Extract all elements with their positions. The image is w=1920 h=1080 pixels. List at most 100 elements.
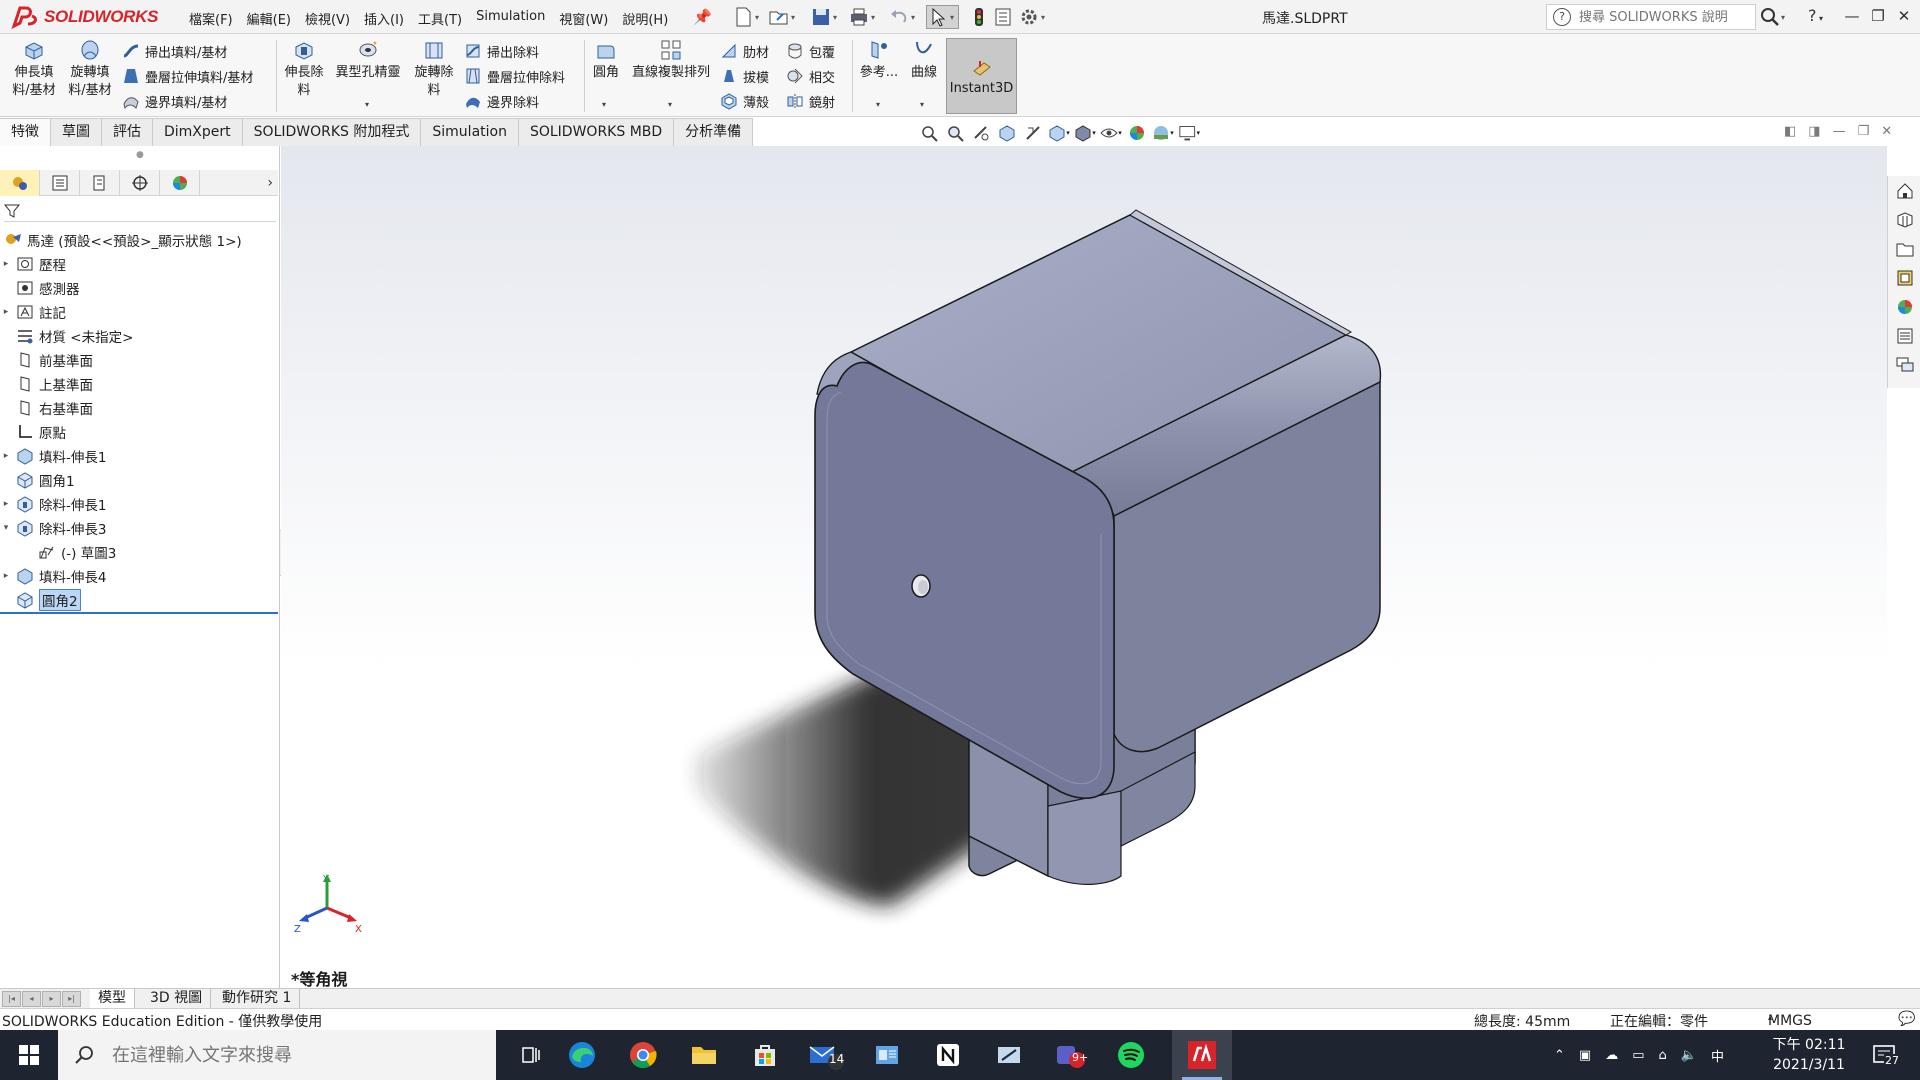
options-button[interactable]: ▾ — [1018, 5, 1049, 29]
first-tab-arrow-icon[interactable]: |◂ — [2, 991, 21, 1007]
expand-arrow-icon[interactable]: ▸ — [0, 571, 12, 581]
tree-item-annotations[interactable]: ▸ 註記 — [0, 300, 278, 324]
task-view-button[interactable] — [500, 1030, 560, 1080]
dropdown-caret[interactable]: ▾ — [602, 100, 606, 109]
volume-icon[interactable]: 🔈 — [1681, 1048, 1697, 1063]
tab-simulation[interactable]: Simulation — [421, 118, 519, 146]
dropdown-caret[interactable]: ▾ — [911, 13, 919, 22]
dropdown-caret[interactable]: ▾ — [791, 13, 799, 22]
tree-filter[interactable] — [4, 200, 276, 222]
tree-item-top-plane[interactable]: 上基準面 — [0, 372, 278, 396]
tree-item-cut-extrude3[interactable]: ▾ 除料-伸長3 — [0, 516, 278, 540]
select-button[interactable]: ▾ — [926, 5, 959, 29]
menu-simulation[interactable]: Simulation — [469, 7, 552, 30]
next-tab-arrow-icon[interactable]: ▸ — [42, 991, 61, 1007]
extruded-cut-button[interactable]: 伸長除料 — [282, 38, 326, 100]
shell-button[interactable]: 薄殼 — [720, 90, 769, 112]
solidworks-resources-tab[interactable] — [1888, 176, 1920, 205]
rollback-bar[interactable] — [0, 612, 278, 614]
tile-right-icon[interactable]: ◨ — [1808, 124, 1820, 139]
section-view-button[interactable] — [996, 122, 1018, 144]
battery-icon[interactable]: ▭ — [1632, 1048, 1644, 1063]
undo-button[interactable]: ▾ — [888, 5, 919, 29]
doc-close-icon[interactable]: ✕ — [1881, 124, 1892, 139]
edit-appearance-button[interactable] — [1126, 122, 1148, 144]
panel-resize-grip[interactable]: ● — [136, 150, 144, 160]
windows-app[interactable] — [857, 1030, 917, 1080]
last-tab-arrow-icon[interactable]: ▸| — [62, 991, 81, 1007]
lofted-cut-button[interactable]: 疊層拉伸除料 — [464, 65, 565, 87]
curves-button[interactable]: 曲線 — [906, 38, 942, 82]
swept-cut-button[interactable]: 掃出除料 — [464, 40, 539, 62]
tab-addins[interactable]: SOLIDWORKS 附加程式 — [242, 118, 422, 146]
tree-item-sketch3[interactable]: (-) 草圖3 — [0, 540, 278, 564]
dropdown-caret[interactable]: ▾ — [1781, 13, 1785, 22]
more-tabs-chevron-icon[interactable]: › — [267, 175, 273, 191]
dropdown-caret[interactable]: ▾ — [755, 13, 763, 22]
ime-indicator[interactable]: 中 — [1711, 1046, 1724, 1065]
doc-restore-icon[interactable]: ❐ — [1858, 124, 1870, 139]
chrome-app[interactable] — [613, 1030, 673, 1080]
menu-window[interactable]: 視窗(W) — [552, 7, 615, 30]
solidworks-app[interactable] — [1172, 1030, 1232, 1080]
store-app[interactable] — [735, 1030, 795, 1080]
instant3d-button[interactable]: Instant3D — [946, 38, 1017, 114]
menu-view[interactable]: 檢視(V) — [298, 7, 357, 30]
meet-now-icon[interactable]: ▣ — [1579, 1048, 1591, 1063]
tab-features[interactable]: 特徵 — [0, 118, 51, 146]
solidworks-logo[interactable]: SOLIDWORKS — [10, 3, 158, 31]
mail-app[interactable]: 14 — [796, 1030, 856, 1080]
displaymanager-tab[interactable] — [160, 170, 200, 196]
tab-sketch[interactable]: 草圖 — [51, 118, 102, 146]
zoom-area-button[interactable] — [944, 122, 966, 144]
network-icon[interactable]: ⌂ — [1659, 1048, 1667, 1063]
menu-insert[interactable]: 插入(I) — [357, 7, 411, 30]
print-button[interactable]: ▾ — [848, 5, 879, 29]
tree-item-right-plane[interactable]: 右基準面 — [0, 396, 278, 420]
tab-motion-study[interactable]: 動作研究 1 — [214, 989, 301, 1009]
tab-dimxpert[interactable]: DimXpert — [153, 118, 243, 146]
expand-arrow-icon[interactable]: ▸ — [0, 307, 12, 317]
boundary-boss-button[interactable]: 邊界填料/基材 — [122, 90, 227, 112]
tile-left-icon[interactable]: ◧ — [1784, 124, 1796, 139]
revolved-cut-button[interactable]: 旋轉除料 — [412, 38, 456, 100]
taskbar-search-input[interactable] — [112, 1044, 492, 1066]
tree-item-history[interactable]: ▸ 歷程 — [0, 252, 278, 276]
propertymanager-tab[interactable] — [40, 170, 80, 196]
tree-item-sensors[interactable]: 感測器 — [0, 276, 278, 300]
taskbar-search-box[interactable] — [58, 1030, 496, 1080]
menu-tools[interactable]: 工具(T) — [411, 7, 469, 30]
dropdown-caret[interactable]: ▾ — [950, 13, 958, 22]
dropdown-caret[interactable]: ▾ — [920, 100, 924, 109]
start-button[interactable] — [0, 1030, 58, 1080]
fillet-button[interactable]: 圓角 — [590, 38, 622, 82]
tab-analysis-prep[interactable]: 分析準備 — [674, 118, 754, 146]
minimize-button[interactable]: — — [1840, 4, 1864, 28]
appearances-tab[interactable] — [1888, 292, 1920, 321]
zoom-to-fit-button[interactable] — [918, 122, 940, 144]
view-settings-button[interactable]: ▾ — [1178, 122, 1200, 144]
dropdown-caret[interactable]: ▾ — [365, 100, 369, 109]
tab-3d-views[interactable]: 3D 視圖 — [142, 989, 212, 1009]
menu-file[interactable]: 檔案(F) — [182, 7, 240, 30]
notion-app[interactable] — [918, 1030, 978, 1080]
new-document-button[interactable]: ▾ — [732, 5, 763, 29]
file-explorer-tab[interactable] — [1888, 234, 1920, 263]
expand-arrow-icon[interactable]: ▸ — [0, 499, 12, 509]
dropdown-caret[interactable]: ▾ — [876, 100, 880, 109]
restore-button[interactable]: ❐ — [1866, 4, 1890, 28]
boundary-cut-button[interactable]: 邊界除料 — [464, 90, 539, 112]
tooltip-toggle-icon[interactable]: 💬 — [1898, 1011, 1915, 1027]
revolved-boss-button[interactable]: 旋轉填料/基材 — [64, 38, 116, 100]
tree-item-fillet2[interactable]: 圓角2 — [0, 588, 278, 612]
dropdown-caret[interactable]: ▾ — [871, 13, 879, 22]
extruded-boss-button[interactable]: 伸長填料/基材 — [8, 38, 60, 100]
lofted-boss-button[interactable]: 疊層拉伸填料/基材 — [122, 65, 253, 87]
dynamic-annotation-button[interactable] — [1022, 122, 1044, 144]
collapse-arrow-icon[interactable]: ▾ — [0, 523, 12, 533]
configurationmanager-tab[interactable] — [80, 170, 120, 196]
save-button[interactable]: ▾ — [810, 5, 841, 29]
prev-tab-arrow-icon[interactable]: ◂ — [22, 991, 41, 1007]
motor-3d-model[interactable] — [281, 146, 1887, 988]
tree-item-material[interactable]: 材質 <未指定> — [0, 324, 278, 348]
